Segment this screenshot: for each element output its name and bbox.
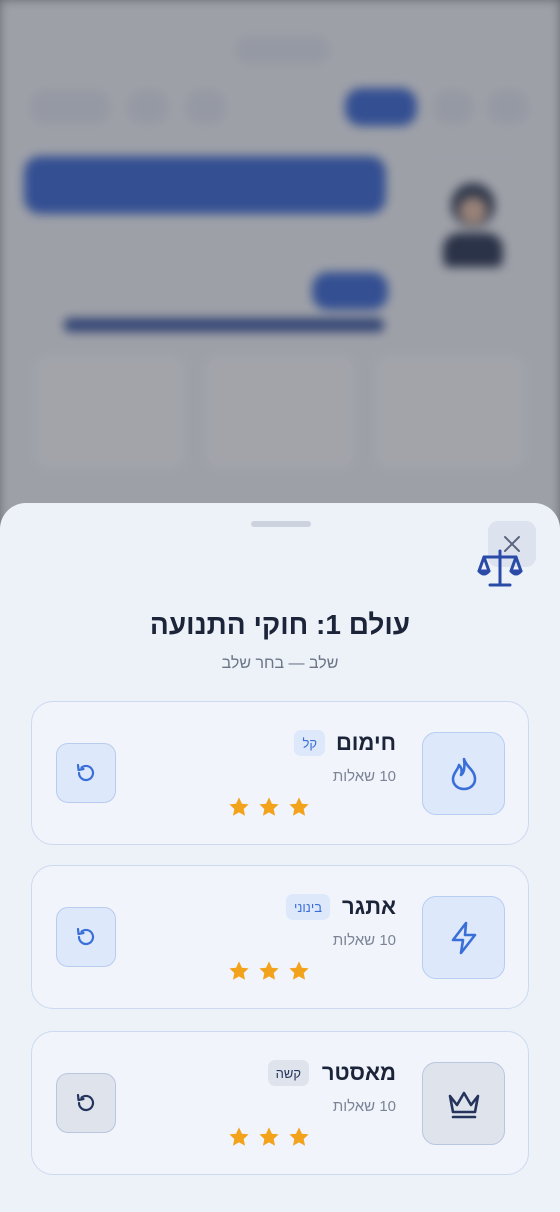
difficulty-badge: בינוני [285,894,330,920]
star-icon [288,1126,310,1148]
retry-button[interactable] [56,907,116,967]
level-card-warmup[interactable]: חימום קל 10 שאלות [31,701,529,845]
level-card-challenge[interactable]: אתגר בינוני 10 שאלות [31,865,529,1009]
sheet-subtitle: שלב — בחר שלב [221,655,339,672]
difficulty-badge: קשה [267,1060,309,1086]
difficulty-badge: קל [294,730,325,756]
star-icon [288,796,310,818]
sheet-title: עולם 1: חוקי התנועה [149,609,411,640]
crown-icon [448,1091,479,1118]
retry-icon [76,927,95,946]
bolt-icon [451,921,476,954]
star-rating [228,960,310,982]
retry-button[interactable] [56,743,116,803]
level-icon-box [422,732,505,815]
level-name: אתגר [341,894,396,919]
star-icon [258,796,280,818]
star-icon [228,960,250,982]
level-card-master[interactable]: מאסטר קשה 10 שאלות [31,1031,529,1175]
flame-icon [451,757,476,790]
retry-icon [76,763,95,782]
star-icon [288,960,310,982]
level-name: חימום [335,730,396,755]
star-icon [228,796,250,818]
star-icon [258,960,280,982]
star-icon [258,1126,280,1148]
star-rating [228,796,310,818]
scales-icon [477,549,523,587]
level-icon-box [422,1062,505,1145]
star-icon [228,1126,250,1148]
retry-button[interactable] [56,1073,116,1133]
sheet-drag-handle[interactable] [251,521,311,527]
question-count: 10 שאלות [332,768,396,785]
level-icon-box [422,896,505,979]
star-rating [228,1126,310,1148]
level-select-sheet: עולם 1: חוקי התנועה שלב — בחר שלב חימום … [0,503,560,1212]
retry-icon [76,1093,95,1112]
level-name: מאסטר [321,1060,396,1085]
question-count: 10 שאלות [332,932,396,949]
question-count: 10 שאלות [332,1098,396,1115]
